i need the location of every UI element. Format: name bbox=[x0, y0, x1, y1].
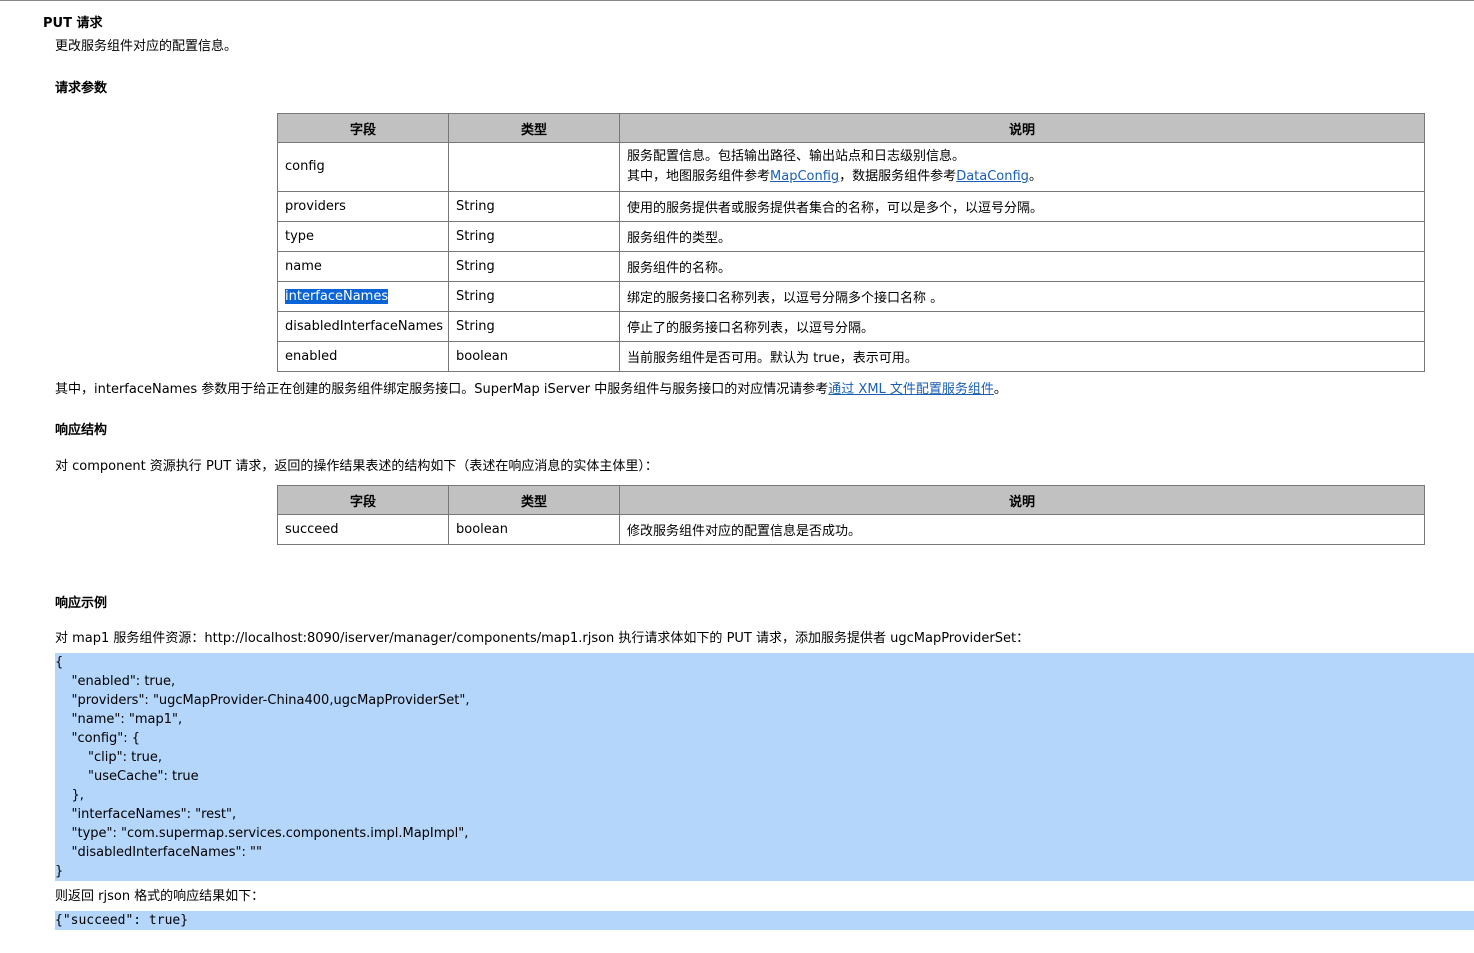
header-description: 说明 bbox=[619, 485, 1425, 515]
interface-names-note: 其中，interfaceNames 参数用于给正在创建的服务组件绑定服务接口。S… bbox=[55, 381, 1007, 399]
table-header-row: 字段 类型 说明 bbox=[277, 113, 1425, 143]
top-divider bbox=[0, 0, 1474, 1]
row-field: config bbox=[277, 142, 449, 192]
row-field: type bbox=[277, 221, 449, 252]
row-description: 服务组件的名称。 bbox=[619, 251, 1425, 282]
config-desc-line1: 服务配置信息。包括输出路径、输出站点和日志级别信息。 bbox=[627, 149, 966, 164]
row-description: 绑定的服务接口名称列表，以逗号分隔多个接口名称 。 bbox=[619, 281, 1425, 312]
header-description: 说明 bbox=[619, 113, 1425, 143]
map-config-link[interactable]: MapConfig bbox=[770, 169, 839, 184]
row-type: String bbox=[448, 191, 620, 222]
table-row: disabledInterfaceNames String 停止了的服务接口名称… bbox=[277, 311, 1425, 342]
row-type: String bbox=[448, 311, 620, 342]
row-description: 服务配置信息。包括输出路径、输出站点和日志级别信息。 其中，地图服务组件参考Ma… bbox=[619, 142, 1425, 192]
config-desc-mid: ，数据服务组件参考 bbox=[839, 169, 957, 184]
request-params-heading: 请求参数 bbox=[55, 81, 108, 96]
result-intro: 则返回 rjson 格式的响应结果如下： bbox=[55, 889, 265, 904]
request-body-code[interactable]: { "enabled": true, "providers": "ugcMapP… bbox=[55, 653, 1474, 881]
row-description: 当前服务组件是否可用。默认为 true，表示可用。 bbox=[619, 341, 1425, 372]
row-description: 修改服务组件对应的配置信息是否成功。 bbox=[619, 514, 1425, 545]
response-example-heading: 响应示例 bbox=[55, 596, 108, 611]
table-row: name String 服务组件的名称。 bbox=[277, 251, 1425, 282]
row-type: boolean bbox=[448, 341, 620, 372]
row-type: boolean bbox=[448, 514, 620, 545]
section-description: 更改服务组件对应的配置信息。 bbox=[55, 39, 238, 54]
response-structure-heading: 响应结构 bbox=[55, 423, 108, 438]
row-field: disabledInterfaceNames bbox=[277, 311, 449, 342]
row-description: 服务组件的类型。 bbox=[619, 221, 1425, 252]
row-field: succeed bbox=[277, 514, 449, 545]
config-desc-prefix: 其中，地图服务组件参考 bbox=[627, 169, 771, 184]
header-type: 类型 bbox=[448, 485, 620, 515]
data-config-link[interactable]: DataConfig bbox=[956, 169, 1029, 184]
row-field: enabled bbox=[277, 341, 449, 372]
table-row: type String 服务组件的类型。 bbox=[277, 221, 1425, 252]
table-row: enabled boolean 当前服务组件是否可用。默认为 true，表示可用… bbox=[277, 341, 1425, 372]
row-field: name bbox=[277, 251, 449, 282]
selected-text[interactable]: interfaceNames bbox=[285, 289, 389, 304]
table-row: providers String 使用的服务提供者或服务提供者集合的名称，可以是… bbox=[277, 191, 1425, 222]
table-row: interfaceNames String 绑定的服务接口名称列表，以逗号分隔多… bbox=[277, 281, 1425, 312]
result-body-code[interactable]: {"succeed": true} bbox=[55, 911, 1474, 930]
table-row: succeed boolean 修改服务组件对应的配置信息是否成功。 bbox=[277, 514, 1425, 545]
row-type: String bbox=[448, 251, 620, 282]
xml-config-link[interactable]: 通过 XML 文件配置服务组件 bbox=[828, 382, 994, 397]
config-desc-suffix: 。 bbox=[1028, 169, 1042, 184]
note-suffix: 。 bbox=[993, 382, 1007, 397]
table-row: config 服务配置信息。包括输出路径、输出站点和日志级别信息。 其中，地图服… bbox=[277, 142, 1425, 192]
response-structure-intro: 对 component 资源执行 PUT 请求，返回的操作结果表述的结构如下（表… bbox=[55, 459, 658, 474]
section-title: PUT 请求 bbox=[43, 16, 103, 31]
note-text: 其中，interfaceNames 参数用于给正在创建的服务组件绑定服务接口。S… bbox=[55, 382, 829, 397]
header-type: 类型 bbox=[448, 113, 620, 143]
row-description: 使用的服务提供者或服务提供者集合的名称，可以是多个，以逗号分隔。 bbox=[619, 191, 1425, 222]
row-field: interfaceNames bbox=[277, 281, 449, 312]
response-structure-table: 字段 类型 说明 succeed boolean 修改服务组件对应的配置信息是否… bbox=[277, 485, 1425, 545]
response-example-intro: 对 map1 服务组件资源：http://localhost:8090/iser… bbox=[55, 631, 1030, 646]
row-description: 停止了的服务接口名称列表，以逗号分隔。 bbox=[619, 311, 1425, 342]
header-field: 字段 bbox=[277, 485, 449, 515]
row-type bbox=[448, 142, 620, 192]
table-header-row: 字段 类型 说明 bbox=[277, 485, 1425, 515]
row-field: providers bbox=[277, 191, 449, 222]
header-field: 字段 bbox=[277, 113, 449, 143]
request-params-table: 字段 类型 说明 config 服务配置信息。包括输出路径、输出站点和日志级别信… bbox=[277, 113, 1425, 372]
row-type: String bbox=[448, 221, 620, 252]
row-type: String bbox=[448, 281, 620, 312]
